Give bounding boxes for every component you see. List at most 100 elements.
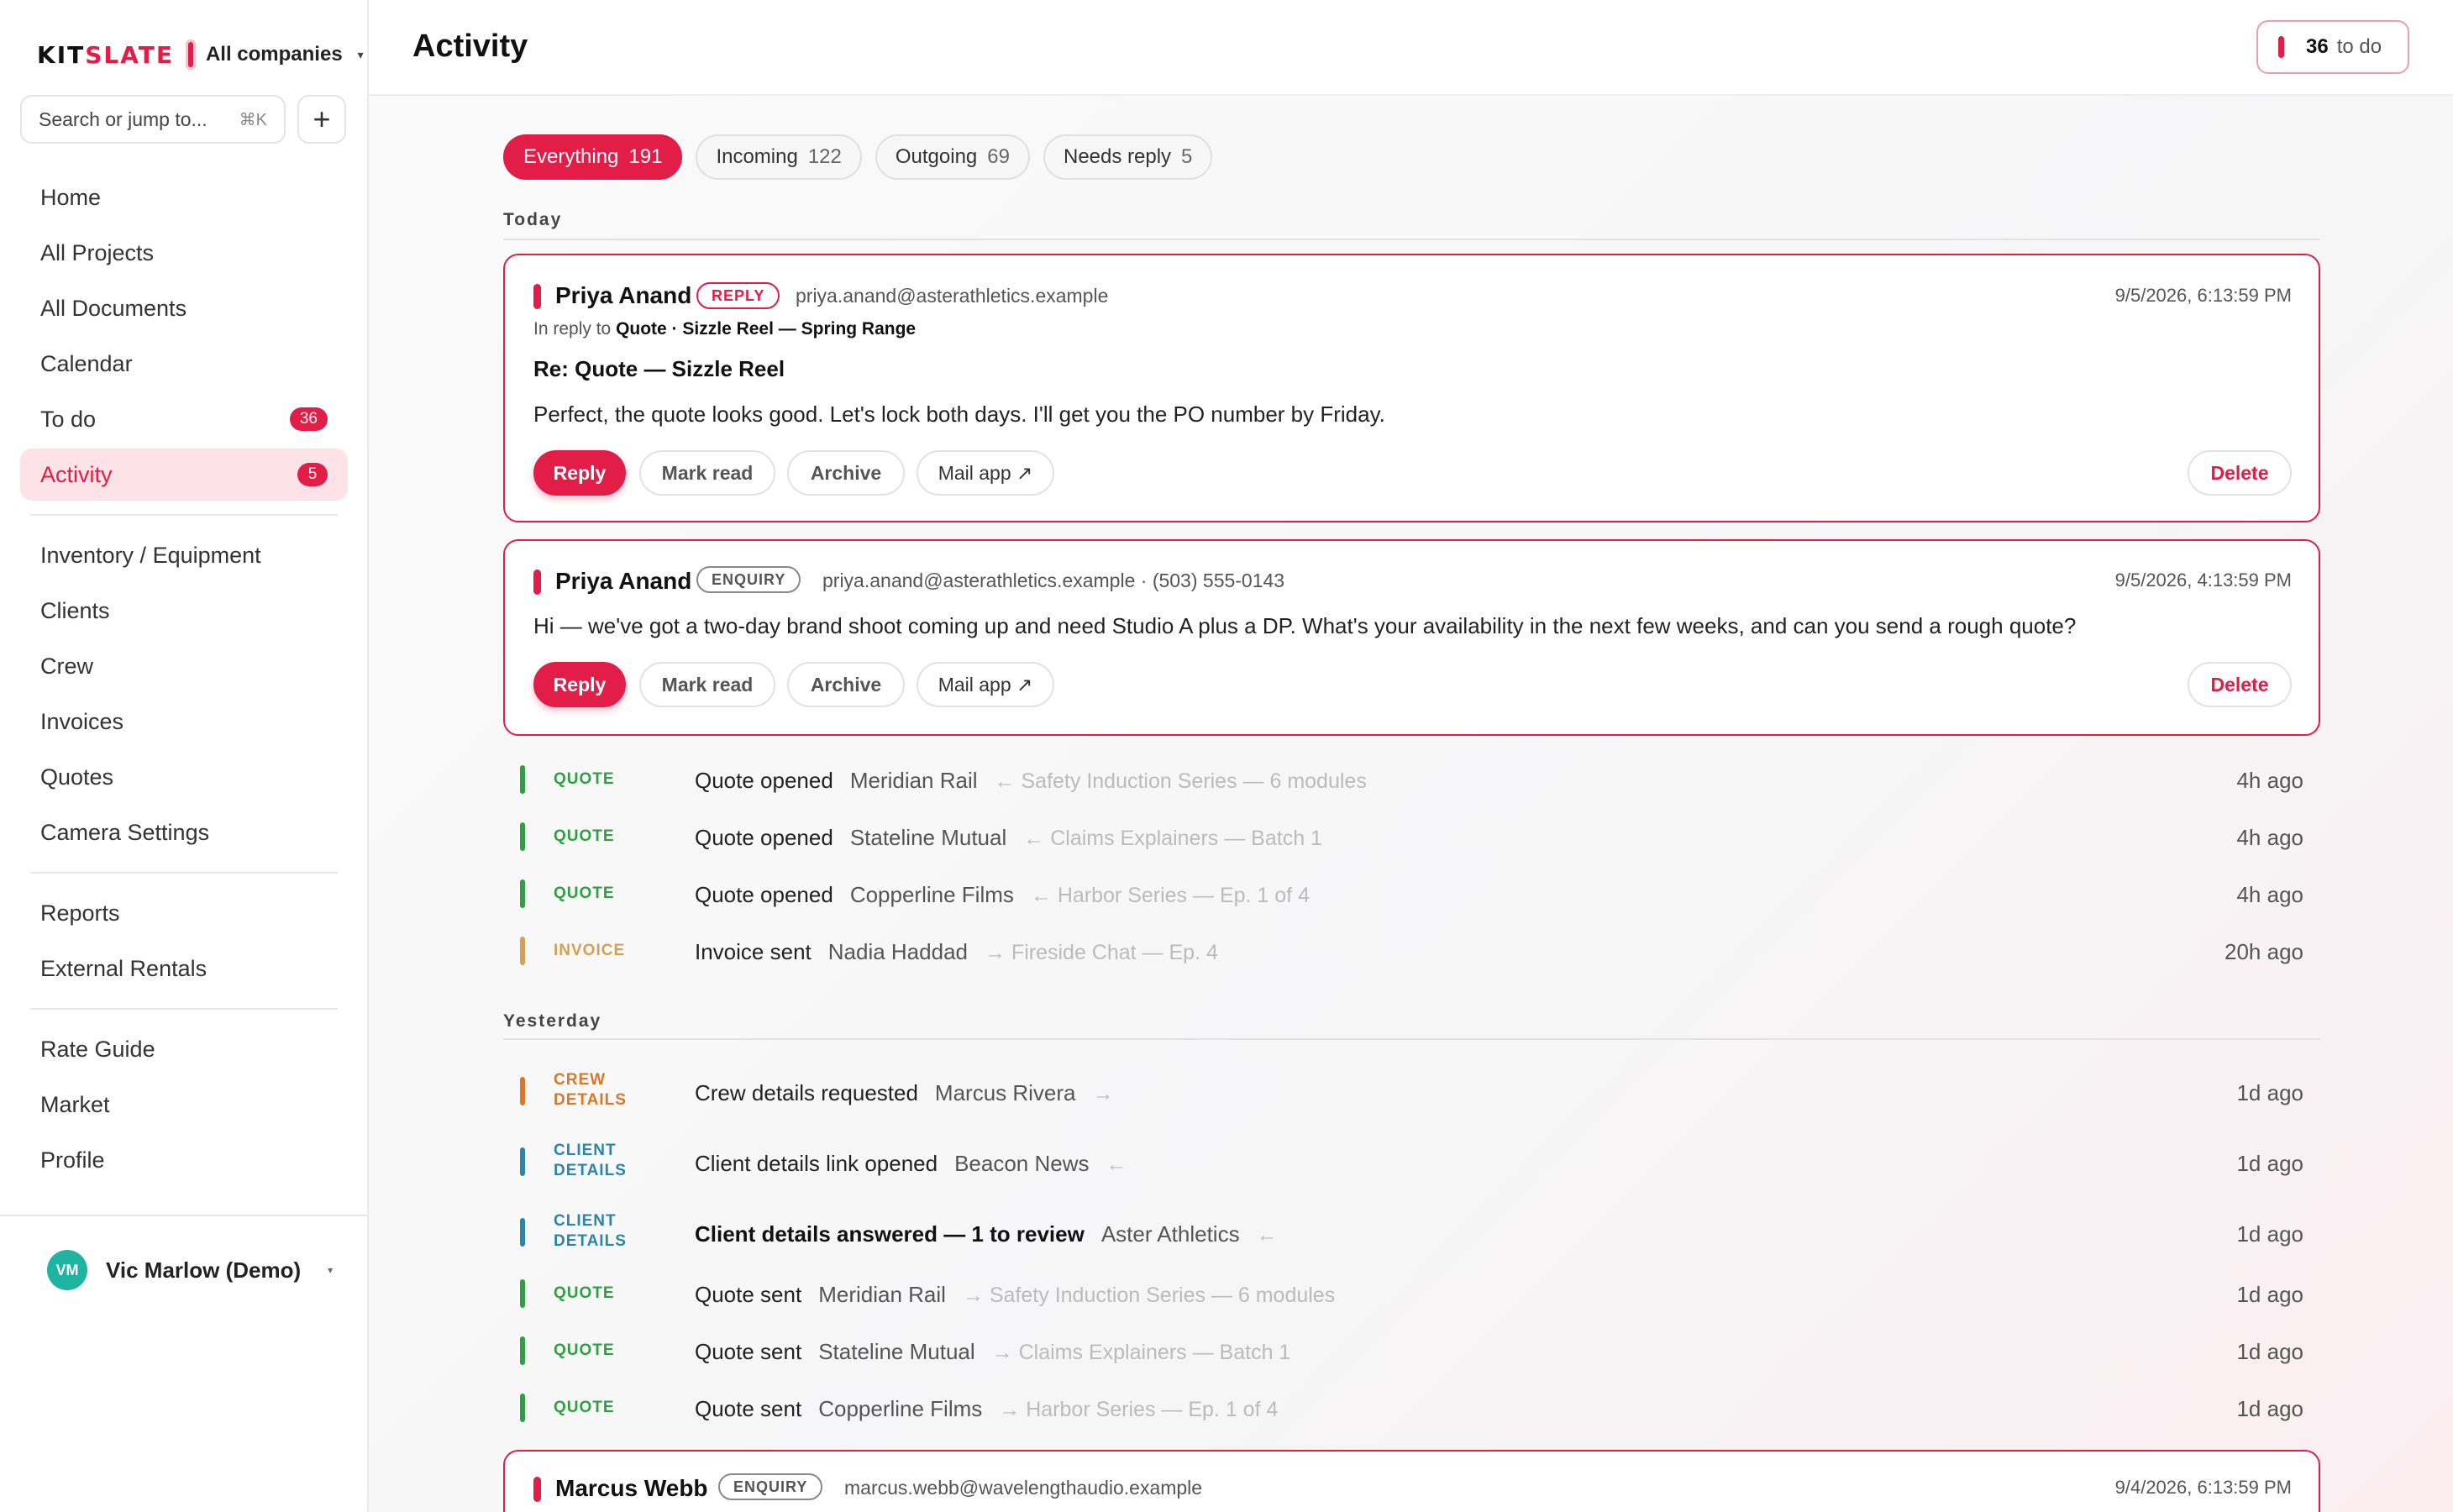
nav-label: Rate Guide [40,1036,155,1062]
nav-divider [30,514,338,516]
event-who: Meridian Rail [818,1282,946,1307]
brand: KITSLATE All companies ▾ [37,37,364,72]
event-reference[interactable]: ← [1106,1152,1127,1176]
nav-item-calendar[interactable]: Calendar [20,338,348,390]
nav-item-rate-guide[interactable]: Rate Guide [20,1023,348,1075]
nav-item-all-projects[interactable]: All Projects [20,227,348,279]
nav-item-to-do[interactable]: To do 36 [20,393,348,445]
nav-item-reports[interactable]: Reports [20,887,348,939]
activity-feed: Everything 191 Incoming 122 Outgoing 69 Nee… [369,96,2453,1512]
activity-row[interactable]: CLIENT DETAILS Client details answered — … [503,1203,2320,1262]
nav-item-activity[interactable]: Activity 5 [20,449,348,501]
event-time: 20h ago [2225,939,2303,964]
activity-row[interactable]: INVOICE Invoice sent Nadia Haddad → Firesi… [503,926,2320,976]
event-time: 1d ago [2236,1339,2303,1364]
filter-needs-reply[interactable]: Needs reply 5 [1043,134,1213,180]
event-reference[interactable]: → [1093,1082,1114,1105]
nav-label: Profile [40,1147,105,1173]
event-time: 1d ago [2236,1282,2303,1307]
in-reply-to[interactable]: In reply to Quote · Sizzle Reel — Spring… [533,319,916,339]
message-card[interactable]: Marcus Webb ENQUIRY marcus.webb@waveleng… [503,1450,2320,1512]
event-reference[interactable]: → Safety Induction Series — 6 modules [963,1284,1335,1307]
in-reply-prefix: In reply to [533,319,612,339]
delete-button[interactable]: Delete [2188,450,2292,496]
unread-indicator-icon [533,570,541,595]
nav-item-crew[interactable]: Crew [20,640,348,692]
event-type-indicator [520,1147,525,1176]
event-who: Aster Athletics [1100,1221,1240,1247]
event-reference[interactable]: → Fireside Chat — Ep. 4 [985,941,1218,964]
chevron-down-icon[interactable]: ▾ [358,48,364,62]
activity-row[interactable]: CLIENT DETAILS Client details link opened… [503,1132,2320,1191]
sender-name: Priya Anand [555,568,692,594]
nav-item-inventory[interactable]: Inventory / Equipment [20,529,348,581]
filter-outgoing[interactable]: Outgoing 69 [875,134,1030,180]
nav-item-profile[interactable]: Profile [20,1134,348,1186]
event-reference[interactable]: ← Harbor Series — Ep. 1 of 4 [1031,884,1310,907]
nav-item-camera-settings[interactable]: Camera Settings [20,806,348,858]
archive-button[interactable]: Archive [787,450,905,496]
search-input[interactable]: Search or jump to... ⌘K [20,95,286,144]
filter-label: Needs reply [1063,145,1172,168]
event-reference[interactable]: → Harbor Series — Ep. 1 of 4 [999,1398,1278,1421]
filter-incoming[interactable]: Incoming 122 [696,134,862,180]
event-who: Copperline Films [849,882,1014,907]
event-reference[interactable]: ← Claims Explainers — Batch 1 [1023,827,1322,850]
activity-row[interactable]: QUOTE Quote sent Meridian Rail → Safety In… [503,1268,2320,1319]
reply-button[interactable]: Reply [533,662,626,707]
event-who: Nadia Haddad [827,939,968,964]
archive-button[interactable]: Archive [787,662,905,707]
todo-button[interactable]: 36 to do [2256,20,2409,74]
nav-item-invoices[interactable]: Invoices [20,696,348,748]
event-type-line: CLIENT [554,1212,617,1230]
user-menu[interactable]: VM Vic Marlow (Demo) ▾ [0,1215,367,1324]
filter-everything[interactable]: Everything 191 [503,134,683,180]
mail-app-button[interactable]: Mail app ↗ [917,662,1054,707]
event-type-label: QUOTE [554,1341,615,1359]
nav-item-all-documents[interactable]: All Documents [20,282,348,334]
event-who: Stateline Mutual [849,825,1007,850]
activity-row[interactable]: QUOTE Quote sent Copperline Films → Harbor… [503,1383,2320,1433]
section-divider [503,1038,2320,1040]
company-switcher[interactable]: All companies [206,43,343,66]
message-card[interactable]: Priya Anand ENQUIRY priya.anand@asterath… [503,539,2320,736]
new-item-button[interactable]: + [297,95,346,144]
event-reference[interactable]: ← Safety Induction Series — 6 modules [995,769,1367,793]
activity-row[interactable]: QUOTE Quote opened Stateline Mutual ← Clai… [503,811,2320,862]
activity-row[interactable]: CREW DETAILS Crew details requested Marcus… [503,1062,2320,1121]
event-action-text: Crew details requested [695,1080,918,1105]
nav-item-external-rentals[interactable]: External Rentals [20,942,348,995]
nav-label: Reports [40,900,120,926]
activity-row[interactable]: QUOTE Quote opened Copperline Films ← Harb… [503,869,2320,919]
filter-count: 5 [1181,145,1193,168]
event-reference[interactable]: ← [1257,1223,1278,1247]
todo-count: 36 [2306,35,2329,58]
event-reference[interactable]: → Claims Explainers — Batch 1 [992,1341,1291,1364]
activity-count-badge: 5 [297,463,328,486]
delete-button[interactable]: Delete [2188,662,2292,707]
nav-item-market[interactable]: Market [20,1079,348,1131]
event-action: Client details link opened Beacon News ← [695,1151,1127,1177]
activity-row[interactable]: QUOTE Quote opened Meridian Rail ← Safety … [503,754,2320,805]
event-type-indicator [520,879,525,908]
reply-button[interactable]: Reply [533,450,626,496]
event-type-label: QUOTE [554,827,615,845]
mark-read-button[interactable]: Mark read [639,450,775,496]
nav-label: Clients [40,597,110,623]
mail-app-button[interactable]: Mail app ↗ [917,450,1054,496]
nav-divider [30,1008,338,1010]
event-who: Stateline Mutual [818,1339,975,1364]
nav-item-home[interactable]: Home [20,171,348,223]
nav-label: All Projects [40,239,155,265]
event-type-label: QUOTE [554,770,615,788]
chevron-down-icon[interactable]: ▾ [328,1264,333,1276]
mark-read-button[interactable]: Mark read [639,662,775,707]
nav-item-quotes[interactable]: Quotes [20,751,348,803]
nav-item-clients[interactable]: Clients [20,585,348,637]
event-who: Meridian Rail [849,768,978,793]
logo[interactable]: KITSLATE [37,41,174,69]
event-type-indicator [520,1218,525,1247]
message-card[interactable]: Priya Anand REPLY priya.anand@asterathle… [503,254,2320,522]
message-date: 9/4/2026, 6:13:59 PM [2114,1477,2292,1498]
activity-row[interactable]: QUOTE Quote sent Stateline Mutual → Claims… [503,1326,2320,1376]
